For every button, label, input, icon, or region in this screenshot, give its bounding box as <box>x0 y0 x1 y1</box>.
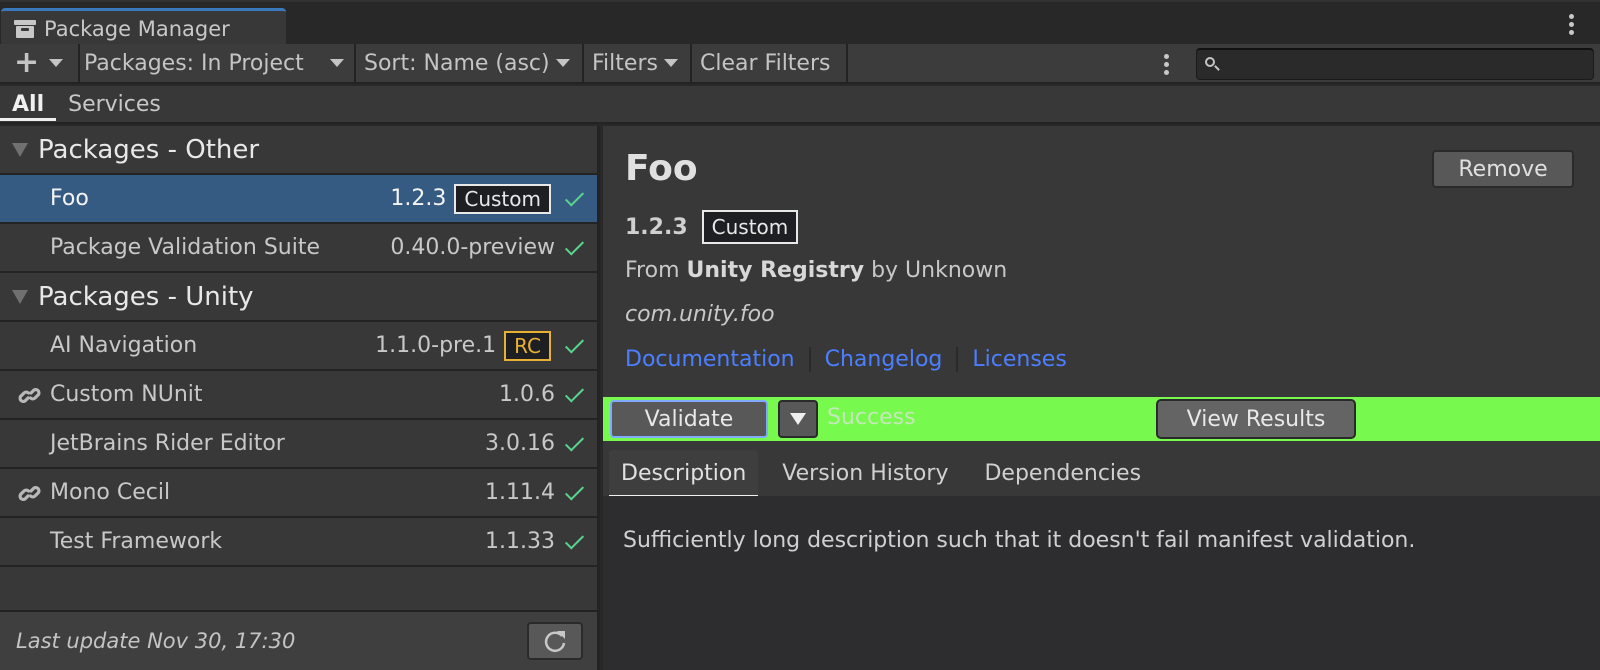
group-label: Packages - Other <box>38 134 260 165</box>
validate-button[interactable]: Validate <box>610 400 768 438</box>
filters-label: Filters <box>592 50 658 76</box>
installed-check-icon <box>563 241 585 255</box>
chevron-down-icon <box>555 59 570 67</box>
package-name: Test Framework <box>50 529 223 554</box>
package-name: Foo <box>50 186 89 211</box>
expand-triangle-icon[interactable] <box>12 142 28 157</box>
custom-badge: Custom <box>454 183 551 214</box>
search-field[interactable] <box>1196 48 1594 80</box>
group-header-packages-other[interactable]: Packages - Other <box>0 126 597 175</box>
clear-filters-button[interactable]: Clear Filters <box>692 44 848 82</box>
package-row-ai-navigation[interactable]: AI Navigation 1.1.0-pre.1 RC <box>0 322 597 371</box>
window-tab-strip: Package Manager <box>0 0 1600 46</box>
installed-check-icon <box>563 192 585 206</box>
package-row-jetbrains-rider-editor[interactable]: JetBrains Rider Editor 3.0.16 <box>0 420 597 469</box>
filters-dropdown[interactable]: Filters <box>584 44 692 82</box>
package-title: Foo <box>625 148 698 189</box>
custom-badge: Custom <box>701 210 799 244</box>
package-description: Sufficiently long description such that … <box>623 528 1416 553</box>
window-menu-kebab-icon[interactable] <box>1569 14 1574 35</box>
changelog-link[interactable]: Changelog <box>811 346 959 372</box>
chevron-down-icon <box>790 413 806 425</box>
tab-version-history[interactable]: Version History <box>770 450 960 496</box>
chevron-down-icon <box>663 59 678 67</box>
package-name: Custom NUnit <box>50 382 203 407</box>
expand-triangle-icon[interactable] <box>12 289 28 304</box>
package-version: 1.2.3 <box>390 186 447 211</box>
author-text: by Unknown <box>871 258 1008 283</box>
installed-check-icon <box>563 535 585 549</box>
validation-status: Success <box>827 405 916 430</box>
list-footer: Last update Nov 30, 17:30 <box>0 610 597 670</box>
toolbar: + Packages: In Project Sort: Name (asc) … <box>0 44 1600 84</box>
package-version: 3.0.16 <box>485 431 555 456</box>
refresh-icon <box>544 631 566 652</box>
package-id: com.unity.foo <box>625 302 775 327</box>
sort-dropdown[interactable]: Sort: Name (asc) <box>356 44 584 82</box>
package-row-foo[interactable]: Foo 1.2.3 Custom <box>0 175 597 224</box>
packages-filter-dropdown[interactable]: Packages: In Project <box>80 44 356 82</box>
package-name: Mono Cecil <box>50 480 171 505</box>
registry-name: Unity Registry <box>686 258 865 283</box>
tab-services[interactable]: Services <box>56 86 173 122</box>
last-update-text: Last update Nov 30, 17:30 <box>16 629 296 653</box>
group-header-packages-unity[interactable]: Packages - Unity <box>0 273 597 322</box>
validation-bar: Validate Success View Results <box>603 397 1600 441</box>
package-source: From Unity Registry by Unknown <box>625 258 1007 283</box>
package-version: 1.11.4 <box>485 480 555 505</box>
package-name: AI Navigation <box>50 333 198 358</box>
remove-button[interactable]: Remove <box>1432 150 1574 188</box>
documentation-link[interactable]: Documentation <box>625 346 811 372</box>
validate-options-dropdown[interactable] <box>778 400 818 438</box>
tab-description[interactable]: Description <box>609 450 759 498</box>
search-input[interactable] <box>1223 50 1593 79</box>
tab-all[interactable]: All <box>0 86 57 122</box>
package-links: Documentation Changelog Licenses <box>625 340 1081 378</box>
packages-filter-label: Packages: In Project <box>84 50 304 76</box>
installed-check-icon <box>563 486 585 500</box>
link-icon <box>18 485 41 502</box>
package-version: 1.0.6 <box>499 382 555 407</box>
installed-check-icon <box>563 388 585 402</box>
description-panel: Sufficiently long description such that … <box>603 496 1600 670</box>
package-version: 0.40.0-preview <box>390 235 555 260</box>
installed-check-icon <box>563 437 585 451</box>
package-name: Package Validation Suite <box>50 235 320 260</box>
window-tab-package-manager[interactable]: Package Manager <box>1 8 286 46</box>
group-label: Packages - Unity <box>38 281 254 312</box>
package-row-custom-nunit[interactable]: Custom NUnit 1.0.6 <box>0 371 597 420</box>
rc-badge: RC <box>504 330 551 361</box>
plus-icon: + <box>14 45 40 80</box>
package-row-package-validation-suite[interactable]: Package Validation Suite 0.40.0-preview <box>0 224 597 273</box>
sort-label: Sort: Name (asc) <box>364 50 550 76</box>
package-version: 1.1.33 <box>485 529 555 554</box>
view-results-button[interactable]: View Results <box>1156 399 1356 439</box>
detail-version: 1.2.3 <box>625 214 688 240</box>
from-prefix: From <box>625 258 680 283</box>
package-row-test-framework[interactable]: Test Framework 1.1.33 <box>0 518 597 567</box>
package-box-icon <box>14 19 36 38</box>
add-package-button[interactable]: + <box>0 44 80 82</box>
toolbar-menu-kebab-icon[interactable] <box>1164 54 1169 75</box>
window-title: Package Manager <box>44 16 230 41</box>
package-version-line: 1.2.3 Custom <box>625 210 799 244</box>
chevron-down-icon <box>49 59 64 67</box>
filter-tabs: All Services <box>0 86 1600 124</box>
detail-tabs: Description Version History Dependencies <box>603 444 1600 498</box>
refresh-button[interactable] <box>527 622 583 660</box>
package-row-mono-cecil[interactable]: Mono Cecil 1.11.4 <box>0 469 597 518</box>
tab-dependencies[interactable]: Dependencies <box>972 450 1153 496</box>
package-list: Packages - Other Foo 1.2.3 Custom Packag… <box>0 126 600 670</box>
package-name: JetBrains Rider Editor <box>50 431 285 456</box>
link-icon <box>18 387 41 404</box>
installed-check-icon <box>563 339 585 353</box>
licenses-link[interactable]: Licenses <box>958 347 1080 372</box>
package-version: 1.1.0-pre.1 <box>375 333 497 358</box>
chevron-down-icon <box>330 59 344 67</box>
package-details: Foo Remove 1.2.3 Custom From Unity Regis… <box>603 126 1600 670</box>
search-icon <box>1205 57 1215 67</box>
